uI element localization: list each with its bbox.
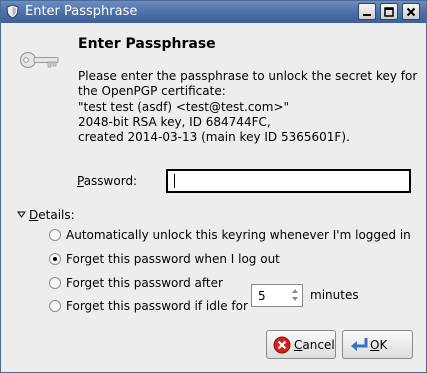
description-line: "test test (asdf) <test@test.com>" [78, 99, 290, 114]
cancel-label-rest: ancel [302, 338, 335, 352]
spin-down-icon[interactable] [292, 297, 298, 301]
ok-button[interactable]: OK [342, 330, 413, 359]
description-line: 2048-bit RSA key, ID 684744FC, [78, 114, 271, 129]
spin-up-icon[interactable] [292, 289, 298, 293]
minimize-button[interactable] [358, 3, 376, 20]
ok-label-rest: K [379, 338, 388, 352]
details-label-mnemonic: D [29, 208, 39, 222]
cancel-label: Cancel [294, 338, 335, 352]
password-label-mnemonic: P [77, 174, 84, 188]
minutes-label: minutes [310, 288, 359, 302]
text-caret [174, 174, 175, 188]
password-field[interactable] [166, 169, 411, 193]
password-label: Password: [77, 174, 137, 188]
ok-label: OK [370, 338, 387, 352]
spin-buttons[interactable] [290, 285, 302, 306]
radio-button[interactable] [49, 300, 61, 312]
details-label-rest: etails: [38, 208, 75, 222]
idle-minutes-value[interactable]: 5 [258, 289, 266, 303]
details-expander[interactable]: Details: [17, 208, 75, 222]
close-button[interactable] [402, 3, 420, 20]
window-title: Enter Passphrase [25, 4, 138, 19]
key-icon [19, 49, 61, 71]
dialog-window: Enter Passphrase Enter Passphrase Please… [0, 0, 427, 373]
radio-label: Forget this password when I log out [66, 252, 280, 266]
radio-button-checked[interactable] [49, 253, 61, 265]
description-line: the OpenPGP certificate: [78, 84, 226, 99]
idle-minutes-spinbox[interactable]: 5 [251, 284, 303, 307]
description-line: created 2014-03-13 (main key ID 5365601F… [78, 130, 350, 145]
radio-button[interactable] [49, 229, 61, 241]
cancel-button[interactable]: Cancel [266, 330, 336, 359]
cancel-icon [273, 336, 291, 354]
close-icon [406, 7, 416, 17]
description-line: Please enter the passphrase to unlock th… [78, 69, 418, 83]
radio-label: Automatically unlock this keyring whenev… [66, 228, 411, 242]
dialog-heading: Enter Passphrase [78, 36, 216, 52]
minimize-icon [363, 14, 371, 16]
password-label-rest: assword: [83, 174, 138, 188]
enter-arrow-icon [349, 336, 368, 354]
radio-label: Forget this password if idle for [66, 299, 248, 313]
radio-label: Forget this password after [66, 276, 223, 290]
maximize-icon [384, 7, 394, 17]
expander-arrow-icon [17, 208, 26, 222]
titlebar[interactable]: Enter Passphrase [1, 1, 426, 23]
radio-button[interactable] [49, 277, 61, 289]
maximize-button[interactable] [380, 3, 398, 20]
dialog-description: Please enter the passphrase to unlock th… [78, 69, 418, 145]
shield-icon [5, 4, 20, 19]
